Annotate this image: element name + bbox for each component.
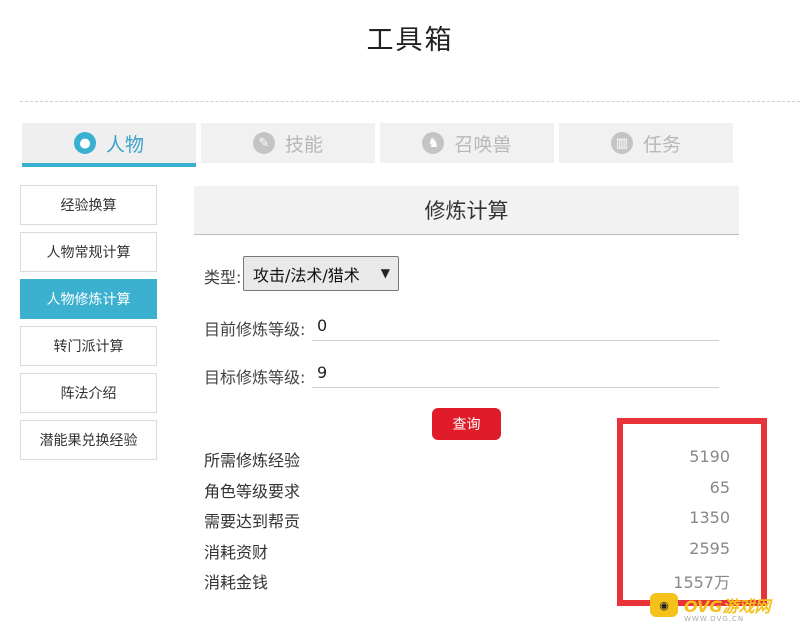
sidebar-item-potential-fruit[interactable]: 潜能果兑换经验 (20, 420, 157, 460)
sidebar-item-cultivation-calc[interactable]: 人物修炼计算 (20, 279, 157, 319)
gamepad-icon: ◉ (650, 593, 678, 617)
page-title: 工具箱 (366, 25, 454, 56)
tab-task[interactable]: ▥ 任务 (559, 123, 733, 163)
tab-label: 技能 (284, 133, 323, 156)
skill-icon: ✎ (252, 132, 275, 154)
tab-person[interactable]: ● 人物 (22, 123, 196, 167)
sidebar-item-school-change[interactable]: 转门派计算 (20, 326, 157, 366)
sidebar: 经验换算 人物常规计算 人物修炼计算 转门派计算 阵法介绍 潜能果兑换经验 (20, 185, 157, 467)
person-icon: ● (73, 132, 96, 154)
result-label: 角色等级要求 (204, 482, 301, 501)
dashed-divider (20, 101, 800, 102)
tab-label: 任务 (642, 133, 681, 156)
result-label: 消耗资财 (204, 543, 269, 562)
result-label: 所需修炼经验 (204, 451, 301, 470)
query-button[interactable]: 查询 (432, 408, 501, 440)
watermark: ◉ OVG游戏网 WWW.OVG.CN (650, 590, 800, 623)
result-label: 消耗金钱 (204, 573, 269, 592)
current-level-input[interactable]: 0 (312, 311, 719, 341)
result-label: 需要达到帮贡 (204, 512, 301, 531)
book-icon: ▥ (610, 132, 633, 154)
type-label: 类型: (204, 268, 242, 287)
panel-heading: 修炼计算 (194, 186, 739, 235)
tab-label: 人物 (105, 133, 144, 156)
type-select-value: 攻击/法术/猎术 (253, 265, 360, 285)
type-select[interactable]: 攻击/法术/猎术 ▼ (243, 256, 399, 291)
chevron-down-icon: ▼ (380, 266, 390, 280)
target-level-input[interactable]: 9 (312, 358, 719, 388)
highlight-box (617, 418, 767, 606)
tab-pet[interactable]: ♞ 召唤兽 (380, 123, 554, 163)
watermark-text: OVG游戏网 (684, 597, 771, 616)
sidebar-item-exp-convert[interactable]: 经验换算 (20, 185, 157, 225)
target-level-label: 目标修炼等级: (204, 368, 306, 387)
pet-icon: ♞ (422, 132, 445, 154)
tab-label: 召唤兽 (454, 133, 512, 156)
tab-skill[interactable]: ✎ 技能 (201, 123, 375, 163)
current-level-label: 目前修炼等级: (204, 320, 306, 339)
sidebar-item-formation[interactable]: 阵法介绍 (20, 373, 157, 413)
sidebar-item-char-calc[interactable]: 人物常规计算 (20, 232, 157, 272)
watermark-sub: WWW.OVG.CN (684, 615, 745, 623)
